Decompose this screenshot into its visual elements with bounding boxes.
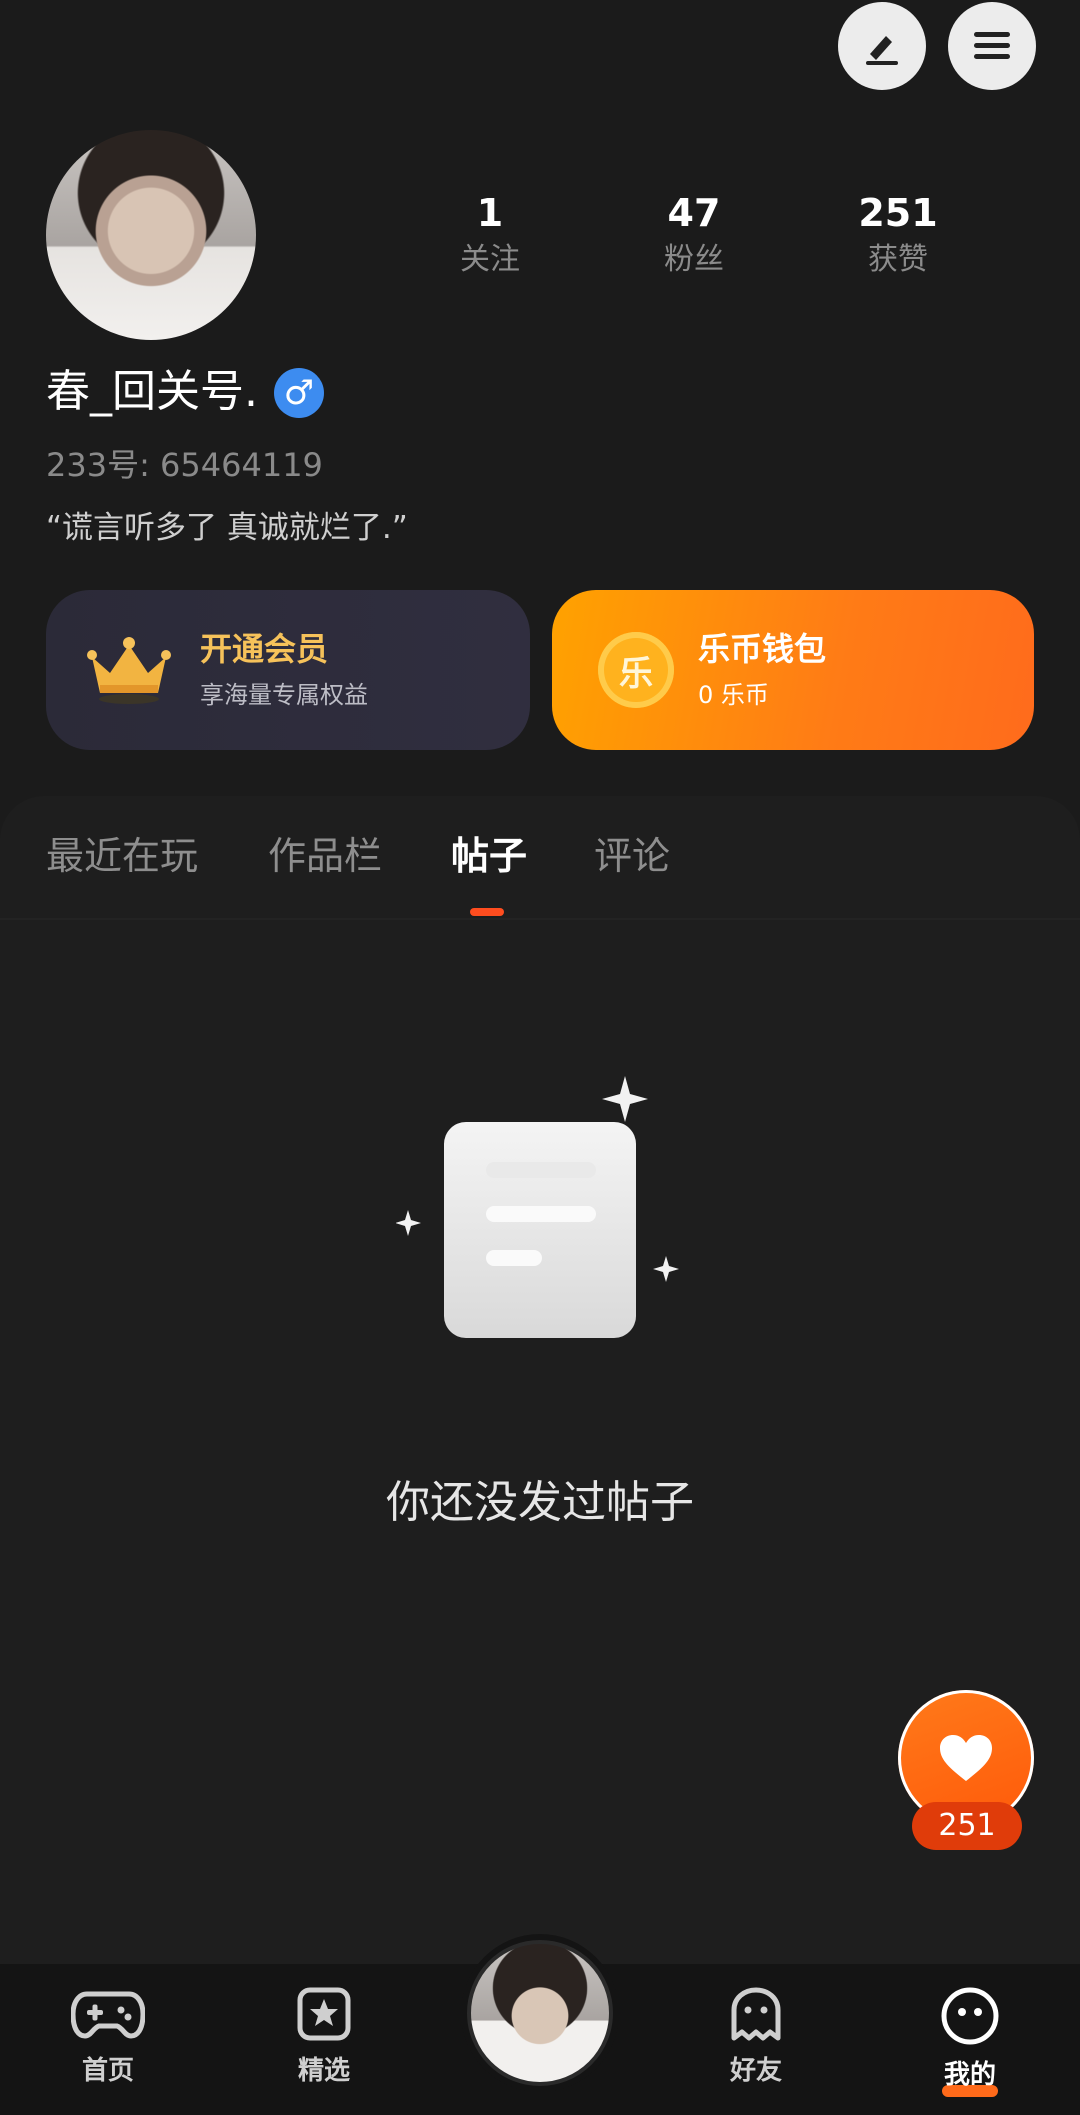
coin-icon: 乐 bbox=[598, 632, 674, 708]
nav-home-label: 首页 bbox=[81, 2056, 134, 2086]
coin-text: 乐 bbox=[619, 653, 653, 694]
tab-active-indicator bbox=[470, 908, 504, 916]
nav-me-label: 我的 bbox=[943, 2060, 996, 2090]
stat-likes-label: 获赞 bbox=[868, 242, 928, 277]
stat-following-value: 1 bbox=[476, 191, 504, 235]
nav-friends[interactable]: 好友 bbox=[676, 1986, 836, 2087]
bio: “谎言听多了 真诚就烂了.” bbox=[46, 510, 408, 546]
nav-featured-label: 精选 bbox=[297, 2056, 350, 2086]
nav-center-avatar[interactable] bbox=[461, 1934, 619, 2092]
stat-followers-value: 47 bbox=[667, 191, 721, 235]
like-count-badge: 251 bbox=[912, 1802, 1022, 1850]
nav-me[interactable]: 我的 bbox=[890, 1986, 1050, 2097]
tab-works[interactable]: 作品栏 bbox=[268, 826, 382, 886]
crown-icon bbox=[87, 637, 171, 704]
heart-icon bbox=[940, 1735, 992, 1781]
stat-followers-label: 粉丝 bbox=[664, 242, 724, 277]
nav-friends-label: 好友 bbox=[729, 2056, 782, 2086]
user-id: 233号: 65464119 bbox=[46, 446, 323, 484]
wallet-card[interactable]: 乐 乐币钱包 0 乐币 bbox=[552, 590, 1034, 750]
nav-featured[interactable]: 精选 bbox=[244, 1986, 404, 2087]
vip-card[interactable]: 开通会员 享海量专属权益 bbox=[46, 590, 530, 750]
stat-following-label: 关注 bbox=[460, 242, 520, 277]
vip-subtitle: 享海量专属权益 bbox=[200, 681, 368, 709]
center-avatar-image bbox=[467, 1940, 613, 2086]
wallet-title: 乐币钱包 bbox=[698, 630, 827, 668]
tab-recent-play[interactable]: 最近在玩 bbox=[46, 826, 198, 886]
menu-button[interactable] bbox=[948, 2, 1036, 90]
username: 春_回关号. bbox=[46, 366, 258, 417]
stat-following[interactable]: 1 关注 bbox=[405, 186, 575, 280]
empty-state-message: 你还没发过帖子 bbox=[386, 1477, 694, 1528]
gender-male-icon: ♂ bbox=[274, 368, 324, 418]
star-badge-icon bbox=[297, 1987, 351, 2041]
menu-icon bbox=[974, 32, 1010, 59]
tab-divider bbox=[0, 918, 1080, 920]
smiley-icon bbox=[941, 1987, 999, 2045]
wallet-subtitle: 0 乐币 bbox=[698, 681, 769, 709]
stat-likes[interactable]: 251 获赞 bbox=[813, 186, 983, 280]
tab-comments[interactable]: 评论 bbox=[594, 826, 670, 886]
stat-followers[interactable]: 47 粉丝 bbox=[609, 186, 779, 280]
tab-posts[interactable]: 帖子 bbox=[451, 826, 527, 886]
gamepad-icon bbox=[70, 1991, 146, 2039]
empty-document-icon bbox=[396, 1076, 679, 1338]
nav-home[interactable]: 首页 bbox=[28, 1986, 188, 2087]
gender-symbol: ♂ bbox=[283, 373, 315, 413]
stat-likes-value: 251 bbox=[858, 191, 938, 235]
edit-icon bbox=[866, 36, 898, 65]
edit-button[interactable] bbox=[838, 2, 926, 90]
avatar[interactable] bbox=[46, 130, 256, 340]
vip-title: 开通会员 bbox=[200, 630, 329, 668]
ghost-icon bbox=[731, 1987, 781, 2041]
